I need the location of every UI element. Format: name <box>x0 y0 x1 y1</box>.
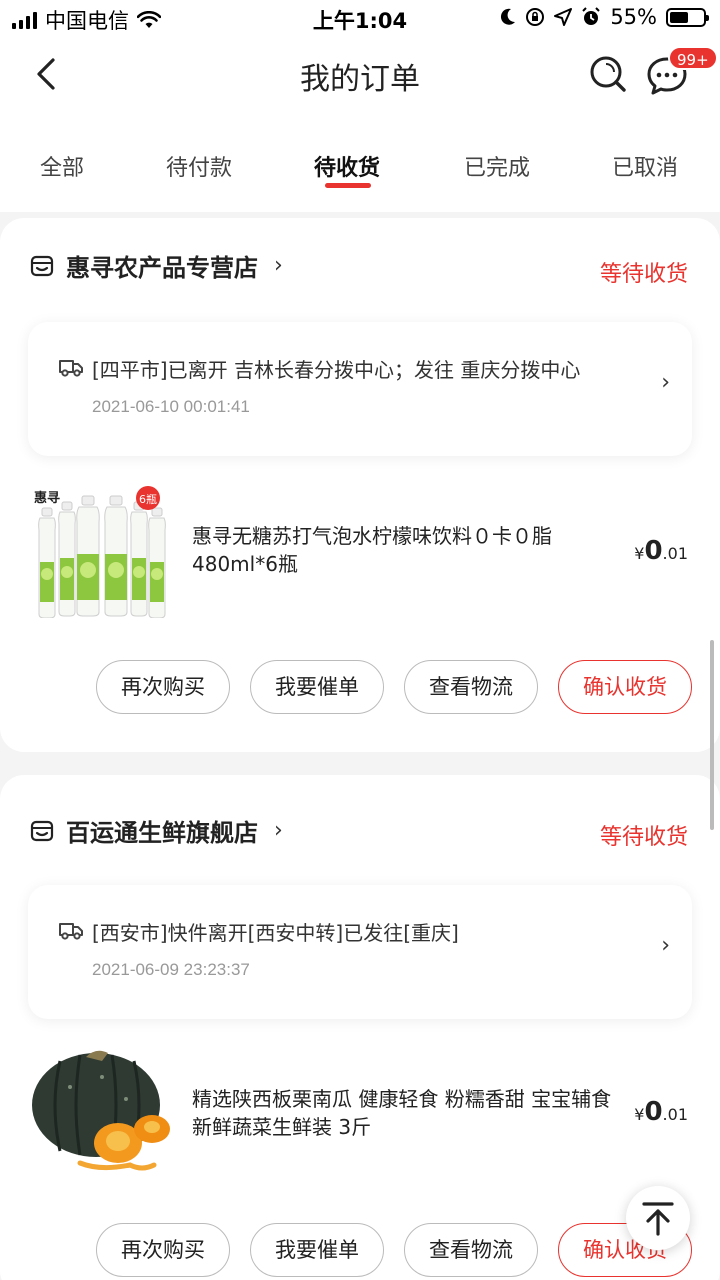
order-tabs: 全部 待付款 待收货 已完成 已取消 <box>0 116 720 212</box>
moon-icon <box>501 8 516 25</box>
shop-header[interactable]: 惠寻农产品专营店 › <box>30 248 283 283</box>
pumpkin-group <box>32 1050 170 1171</box>
product-title[interactable]: 精选陕西板栗南瓜 健康轻食 粉糯香甜 宝宝辅食 新鲜蔬菜生鲜装 3斤 <box>192 1085 612 1141</box>
product-price: ¥0.01 <box>634 536 688 566</box>
chevron-right-icon: › <box>274 818 283 843</box>
alarm-icon <box>582 7 601 25</box>
truck-icon <box>59 923 83 940</box>
view-logistics-button[interactable]: 查看物流 <box>404 660 538 714</box>
price-dec: .01 <box>662 544 688 563</box>
message-badge: 99+ <box>668 46 718 70</box>
chevron-right-icon: › <box>274 253 283 278</box>
order-status: 等待收货 <box>599 262 688 287</box>
urge-order-button[interactable]: 我要催单 <box>250 660 384 714</box>
logistics-time: 2021-06-09 23:23:37 <box>92 960 250 979</box>
truck-icon <box>59 360 83 377</box>
nav-bar: 我的订单 99+ <box>0 36 720 116</box>
confirm-receipt-button[interactable]: 确认收货 <box>558 660 692 714</box>
tab-cancelled[interactable]: 已取消 <box>612 150 678 182</box>
view-logistics-button[interactable]: 查看物流 <box>404 1223 538 1277</box>
tab-pending-payment[interactable]: 待付款 <box>166 150 232 182</box>
location-icon <box>554 8 573 26</box>
battery-icon <box>666 7 709 27</box>
shop-name[interactable]: 百运通生鲜旗舰店 <box>66 813 258 848</box>
price-int: 0 <box>644 536 663 566</box>
product-price: ¥0.01 <box>634 1097 688 1127</box>
rotation-lock-icon <box>526 8 545 26</box>
search-icon[interactable] <box>588 54 628 94</box>
buy-again-button[interactable]: 再次购买 <box>96 660 230 714</box>
product-title[interactable]: 惠寻无糖苏打气泡水柠檬味饮料０卡０脂480ml*6瓶 <box>192 522 612 578</box>
logistics-text: [四平市]已离开 吉林长春分拨中心；发往 重庆分拨中心 <box>92 358 581 382</box>
buy-again-button[interactable]: 再次购买 <box>96 1223 230 1277</box>
logistics-time: 2021-06-10 00:01:41 <box>92 397 250 416</box>
logistics-box[interactable]: [西安市]快件离开[西安中转]已发往[重庆] 2021-06-09 23:23:… <box>28 885 692 1019</box>
status-bar: 中国电信 上午1:04 55% <box>0 0 720 36</box>
urge-order-button[interactable]: 我要催单 <box>250 1223 384 1277</box>
chevron-right-icon: › <box>661 370 670 395</box>
order-actions: 再次购买 我要催单 查看物流 确认收货 <box>96 660 692 714</box>
order-card: 百运通生鲜旗舰店 › 等待收货 [西安市]快件离开[西安中转]已发往[重庆] 2… <box>0 775 720 1280</box>
product-image[interactable] <box>30 1047 172 1179</box>
store-icon <box>30 255 54 276</box>
status-right: 55% <box>500 5 709 29</box>
bottle-group <box>38 495 166 618</box>
scrollbar[interactable] <box>710 640 714 830</box>
arrow-up-icon <box>642 1202 674 1236</box>
price-symbol: ¥ <box>634 544 645 563</box>
product-image-tag: 6瓶 <box>139 492 157 506</box>
order-status: 等待收货 <box>599 825 688 850</box>
store-icon <box>30 820 54 841</box>
price-symbol: ¥ <box>634 1105 645 1124</box>
order-actions: 再次购买 我要催单 查看物流 确认收货 <box>96 1223 692 1277</box>
logistics-box[interactable]: [四平市]已离开 吉林长春分拨中心；发往 重庆分拨中心 2021-06-10 0… <box>28 322 692 456</box>
battery-percent: 55% <box>610 5 657 29</box>
price-dec: .01 <box>662 1105 688 1124</box>
shop-header[interactable]: 百运通生鲜旗舰店 › <box>30 813 283 848</box>
order-card: 惠寻农产品专营店 › 等待收货 [四平市]已离开 吉林长春分拨中心；发往 重庆分… <box>0 218 720 752</box>
shop-name[interactable]: 惠寻农产品专营店 <box>66 248 258 283</box>
tab-completed[interactable]: 已完成 <box>464 150 530 182</box>
product-image-brand: 惠寻 <box>34 490 60 506</box>
tab-all[interactable]: 全部 <box>40 150 84 182</box>
tab-pending-receipt[interactable]: 待收货 <box>314 150 380 182</box>
logistics-text: [西安市]快件离开[西安中转]已发往[重庆] <box>92 921 459 945</box>
chevron-right-icon: › <box>661 933 670 958</box>
price-int: 0 <box>644 1097 663 1127</box>
product-image[interactable]: 惠寻 6瓶 <box>30 486 172 618</box>
active-tab-indicator <box>325 183 371 188</box>
back-to-top-button[interactable] <box>626 1186 690 1250</box>
battery-fill <box>670 11 688 23</box>
